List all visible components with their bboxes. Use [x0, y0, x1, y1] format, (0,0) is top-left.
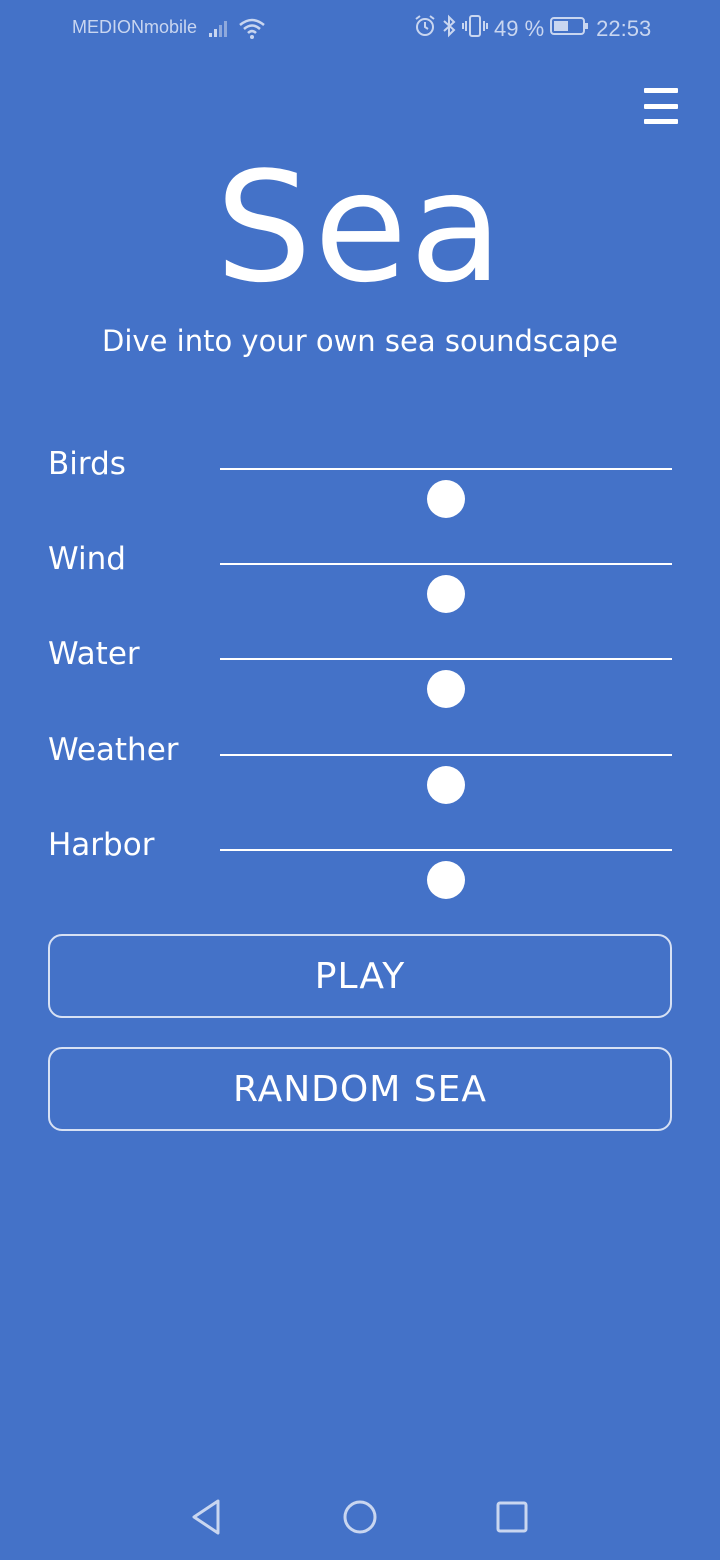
- carrier-name: MEDIONmobile: [72, 17, 198, 37]
- status-bar: MEDIONmobile 49 % 22:53: [0, 0, 720, 56]
- slider-label: Birds: [48, 446, 126, 482]
- slider-thumb[interactable]: [427, 670, 465, 708]
- back-icon[interactable]: [190, 1498, 222, 1540]
- alarm-icon: [414, 14, 436, 43]
- battery-percent: 49 %: [494, 15, 545, 41]
- slider-track[interactable]: [220, 563, 672, 613]
- random-sea-button[interactable]: RANDOM SEA: [48, 1047, 672, 1131]
- slider-track[interactable]: [220, 849, 672, 899]
- slider-thumb[interactable]: [427, 480, 465, 518]
- slider-track[interactable]: [220, 468, 672, 518]
- slider-row-water: Water: [48, 628, 672, 708]
- slider-thumb[interactable]: [427, 861, 465, 899]
- navigation-bar: [0, 1480, 720, 1560]
- slider-track[interactable]: [220, 754, 672, 804]
- page-subtitle: Dive into your own sea soundscape: [102, 324, 618, 358]
- slider-label: Water: [48, 636, 140, 672]
- play-button[interactable]: PLAY: [48, 934, 672, 1018]
- page-title: Sea: [215, 139, 505, 316]
- bluetooth-icon: [442, 14, 456, 43]
- battery-icon: [550, 15, 590, 42]
- slider-label: Weather: [48, 732, 179, 768]
- recents-icon[interactable]: [496, 1498, 528, 1540]
- slider-thumb[interactable]: [427, 766, 465, 804]
- slider-row-weather: Weather: [48, 724, 672, 804]
- signal-icon: [208, 18, 232, 43]
- slider-track[interactable]: [220, 658, 672, 708]
- vibrate-icon: [462, 14, 488, 43]
- home-icon[interactable]: [342, 1498, 378, 1540]
- slider-row-wind: Wind: [48, 533, 672, 613]
- slider-thumb[interactable]: [427, 575, 465, 613]
- slider-label: Harbor: [48, 827, 155, 863]
- wifi-icon: [238, 16, 266, 45]
- slider-row-birds: Birds: [48, 438, 672, 518]
- clock: 22:53: [596, 15, 652, 41]
- hamburger-menu-icon[interactable]: [644, 88, 684, 124]
- slider-label: Wind: [48, 541, 126, 577]
- slider-row-harbor: Harbor: [48, 819, 672, 899]
